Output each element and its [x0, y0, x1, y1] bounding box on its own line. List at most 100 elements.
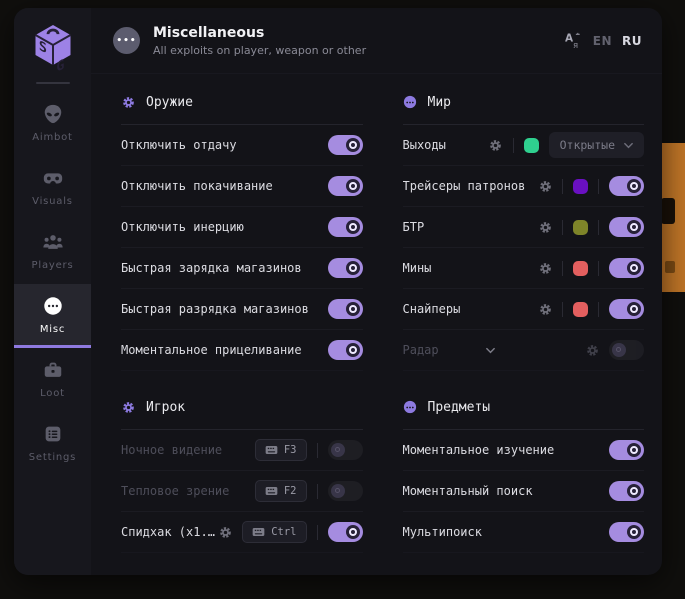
- main-panel: ••• Miscellaneous All exploits on player…: [91, 8, 662, 575]
- chevron-down-icon[interactable]: [485, 345, 496, 356]
- toggle-switch[interactable]: [328, 135, 363, 155]
- cheat-menu-window: S G Aimbot: [14, 8, 662, 575]
- keybind-label: F3: [284, 444, 297, 456]
- toggle-switch[interactable]: [328, 176, 363, 196]
- vertical-separator: [317, 443, 318, 458]
- toggle-switch[interactable]: [609, 481, 644, 501]
- feature-label: Отключить инерцию: [121, 220, 244, 234]
- gear-icon[interactable]: [538, 302, 552, 316]
- dots-circle-icon[interactable]: [403, 95, 417, 109]
- section-header: Оружие: [121, 86, 363, 118]
- toggle-switch[interactable]: [609, 440, 644, 460]
- dropdown-select[interactable]: Открытые: [549, 132, 644, 158]
- page-header: ••• Miscellaneous All exploits on player…: [91, 8, 662, 74]
- keyboard-icon: [252, 527, 265, 537]
- gear-icon[interactable]: [538, 220, 552, 234]
- toggle-switch[interactable]: [609, 176, 644, 196]
- toggle-switch[interactable]: [328, 440, 363, 460]
- toggle-switch[interactable]: [328, 217, 363, 237]
- feature-row: Отключить покачивание: [121, 166, 363, 207]
- sidebar-item-misc[interactable]: Misc: [14, 284, 91, 348]
- gear-icon[interactable]: [218, 525, 232, 539]
- toggle-switch[interactable]: [609, 299, 644, 319]
- feature-label: Спидхак (x1.8): [121, 525, 218, 539]
- row-controls: [328, 176, 363, 196]
- row-controls: [538, 258, 644, 278]
- chevron-down-icon: [623, 140, 633, 150]
- color-swatch[interactable]: [573, 220, 588, 235]
- players-icon: [42, 231, 64, 253]
- svg-text:я: я: [573, 41, 578, 51]
- toggle-knob: [346, 261, 360, 275]
- dropdown-value: Открытые: [560, 138, 615, 152]
- vertical-separator: [513, 138, 514, 153]
- alien-icon: [42, 103, 64, 125]
- gear-icon[interactable]: [489, 138, 503, 152]
- feature-row: Снайперы: [403, 289, 645, 330]
- section-header: Игрок: [121, 391, 363, 423]
- feature-row: Отключить отдачу: [121, 125, 363, 166]
- page-title: Miscellaneous: [153, 25, 551, 41]
- sidebar-item-loot[interactable]: Loot: [14, 348, 91, 412]
- gear-icon[interactable]: [585, 343, 599, 357]
- toggle-knob: [627, 443, 641, 457]
- sidebar-item-aimbot[interactable]: Aimbot: [14, 92, 91, 156]
- row-controls: [328, 258, 363, 278]
- toggle-knob: [346, 525, 360, 539]
- vertical-separator: [562, 179, 563, 194]
- feature-row: БТР: [403, 207, 645, 248]
- toggle-switch[interactable]: [609, 217, 644, 237]
- feature-label: Мины: [403, 261, 432, 275]
- svg-text:G: G: [56, 57, 64, 76]
- keybind-badge[interactable]: Ctrl: [242, 521, 306, 543]
- gear-icon[interactable]: [538, 261, 552, 275]
- toggle-switch[interactable]: [328, 340, 363, 360]
- toggle-switch[interactable]: [328, 299, 363, 319]
- color-swatch[interactable]: [573, 302, 588, 317]
- toggle-knob: [331, 484, 345, 498]
- keybind-badge[interactable]: F2: [255, 480, 307, 502]
- toggle-switch[interactable]: [328, 481, 363, 501]
- keybind-label: Ctrl: [271, 526, 296, 538]
- row-controls: [328, 299, 363, 319]
- section-title: Мир: [428, 95, 451, 110]
- vr-goggles-icon: [42, 167, 64, 189]
- feature-row: Трейсеры патронов: [403, 166, 645, 207]
- keybind-badge[interactable]: F3: [255, 439, 307, 461]
- gear-icon[interactable]: [121, 400, 135, 414]
- feature-row: Ночное видение F3: [121, 430, 363, 471]
- toggle-switch[interactable]: [328, 258, 363, 278]
- gear-icon[interactable]: [538, 179, 552, 193]
- dots-circle-icon[interactable]: [403, 400, 417, 414]
- toggle-knob: [627, 220, 641, 234]
- feature-label: БТР: [403, 220, 425, 234]
- game-background-fragment: [661, 143, 685, 292]
- vertical-separator: [562, 302, 563, 317]
- sidebar-item-settings[interactable]: Settings: [14, 412, 91, 476]
- translate-icon[interactable]: A я: [564, 31, 583, 50]
- sidebar-item-players[interactable]: Players: [14, 220, 91, 284]
- color-swatch[interactable]: [573, 179, 588, 194]
- toggle-switch[interactable]: [328, 522, 363, 542]
- feature-row: Мины: [403, 248, 645, 289]
- toggle-knob: [346, 179, 360, 193]
- section-header: Мир: [403, 86, 645, 118]
- sidebar-divider: [36, 82, 70, 84]
- lang-ru-button[interactable]: RU: [622, 34, 642, 48]
- feature-label: Выходы: [403, 138, 446, 152]
- toggle-knob: [627, 179, 641, 193]
- toggle-switch[interactable]: [609, 258, 644, 278]
- color-swatch[interactable]: [573, 261, 588, 276]
- gear-icon[interactable]: [121, 95, 135, 109]
- vertical-separator: [598, 302, 599, 317]
- feature-label: Тепловое зрение: [121, 484, 229, 498]
- vertical-separator: [317, 525, 318, 540]
- lang-en-button[interactable]: EN: [593, 34, 612, 48]
- toggle-switch[interactable]: [609, 522, 644, 542]
- feature-label: Отключить отдачу: [121, 138, 237, 152]
- color-swatch[interactable]: [524, 138, 539, 153]
- sidebar-item-visuals[interactable]: Visuals: [14, 156, 91, 220]
- toggle-knob: [346, 302, 360, 316]
- feature-label: Ночное видение: [121, 443, 222, 457]
- toggle-switch[interactable]: [609, 340, 644, 360]
